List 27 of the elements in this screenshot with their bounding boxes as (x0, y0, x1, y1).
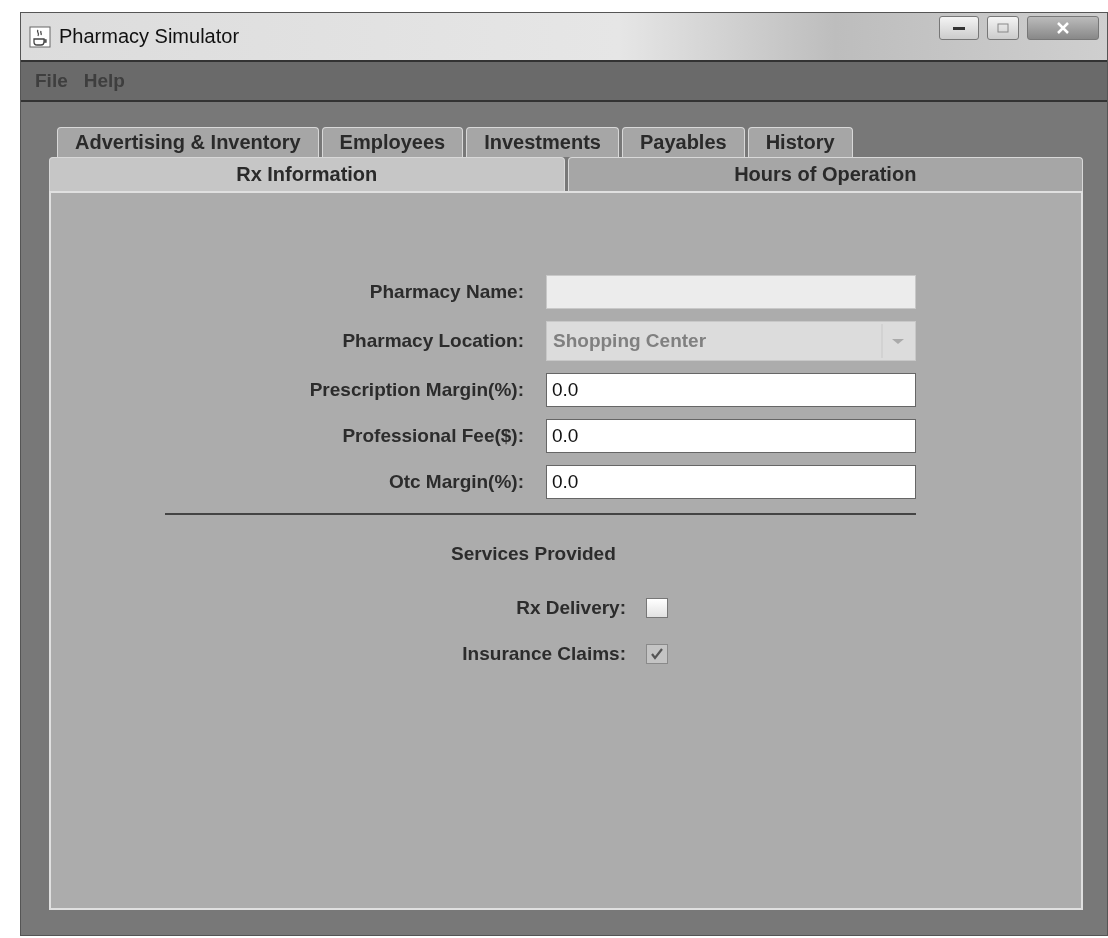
maximize-icon (997, 22, 1009, 33)
field-label: Pharmacy Name: (368, 281, 524, 303)
tab[interactable]: Advertising & Inventory (57, 127, 319, 157)
checkbox-label: Insurance Claims: (461, 643, 626, 665)
tab[interactable]: Investments (466, 127, 619, 157)
tab[interactable]: History (747, 127, 853, 157)
close-icon (1055, 21, 1071, 34)
field-label: Professional Fee($): (341, 425, 524, 447)
input-field[interactable]: 0.0 (546, 373, 916, 407)
window-title: Pharmacy Simulator (59, 25, 241, 48)
field-label: Pharmacy Location: (341, 330, 524, 352)
java-cup-icon (29, 25, 51, 48)
tab[interactable]: Hours of Operation (567, 157, 1083, 191)
input-field[interactable]: 0.0 (546, 465, 916, 499)
section-heading: Services Provided (451, 543, 616, 565)
close-button[interactable] (1027, 15, 1099, 40)
checkmark-icon (650, 648, 664, 660)
tab[interactable]: Payables (621, 127, 745, 157)
tab[interactable]: Employees (321, 127, 464, 157)
field-label: Prescription Margin(%): (308, 379, 524, 401)
maximize-button[interactable] (987, 15, 1019, 40)
field-label: Otc Margin(%): (387, 471, 524, 493)
input-field[interactable]: 0.0 (546, 419, 916, 453)
minimize-button[interactable] (939, 15, 979, 40)
checkbox-label: Rx Delivery: (515, 597, 626, 619)
checkbox[interactable] (646, 598, 668, 618)
tab[interactable]: Rx Information (49, 157, 565, 191)
